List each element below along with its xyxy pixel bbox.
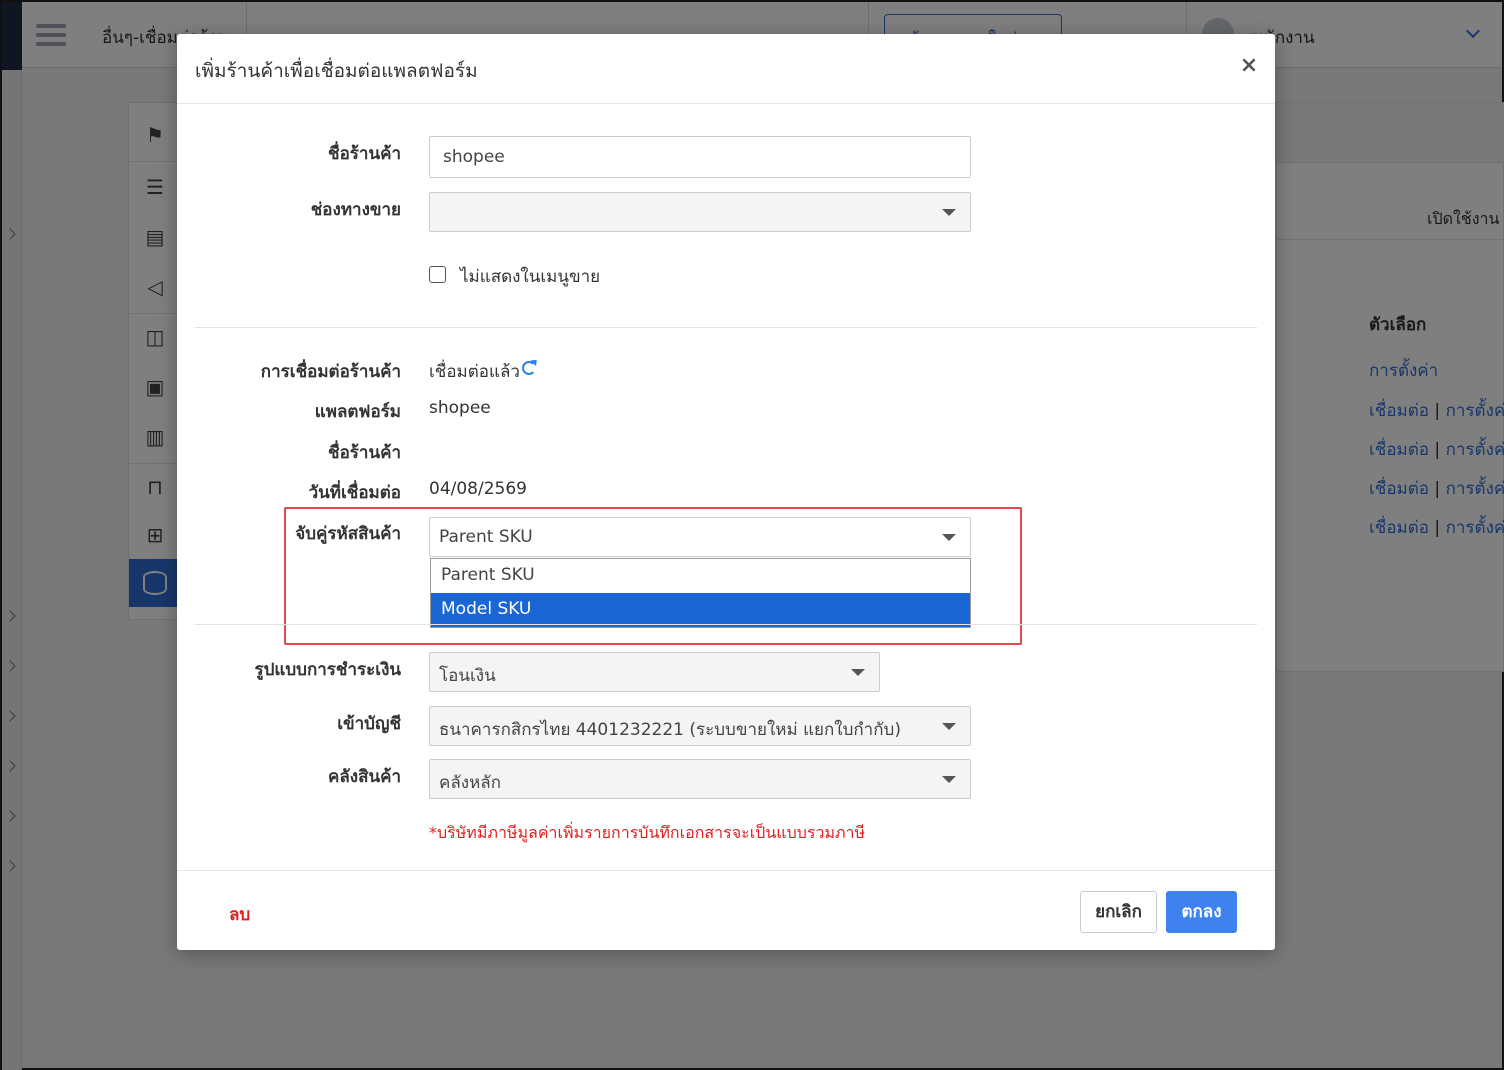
divider [195,624,1257,625]
cancel-button[interactable]: ยกเลิก [1080,891,1157,933]
modal-footer: ลบ ยกเลิก ตกลง [177,870,1275,950]
account-select[interactable]: ธนาคารกสิกรไทย 4401232221 (ระบบขายใหม่ แ… [429,706,971,746]
add-shop-modal: เพิ่มร้านค้าเพื่อเชื่อมต่อแพลตฟอร์ม × ชื… [177,34,1275,950]
account-value: ธนาคารกสิกรไทย 4401232221 (ระบบขายใหม่ แ… [439,720,901,740]
warehouse-label: คลังสินค้า [327,767,401,787]
account-label: เข้าบัญชี [337,714,401,734]
platform-label: แพลตฟอร์ม [314,402,401,422]
shop-name-input[interactable]: shopee [429,136,971,178]
shop-name-label: ชื่อร้านค้า [328,144,401,164]
modal-header: เพิ่มร้านค้าเพื่อเชื่อมต่อแพลตฟอร์ม × [177,34,1275,104]
connect-date-value: 04/08/2569 [429,479,527,499]
hide-in-sale-menu-label[interactable]: ไม่แสดงในเมนูขาย [460,263,600,290]
connection-status: เชื่อมต่อแล้ว [429,362,520,382]
caret-down-icon [942,776,956,783]
delete-link[interactable]: ลบ [229,901,250,928]
shop-name-info-label: ชื่อร้านค้า [328,443,401,463]
caret-down-icon [851,669,865,676]
payment-value: โอนเงิน [439,666,496,686]
ok-button[interactable]: ตกลง [1166,891,1237,933]
vat-note: *บริษัทมีภาษีมูลค่าเพิ่มรายการบันทึกเอกส… [429,823,866,842]
warehouse-select[interactable]: คลังหลัก [429,759,971,799]
hide-in-sale-menu-checkbox[interactable] [429,266,446,283]
channel-label: ช่องทางขาย [310,200,401,220]
connection-label: การเชื่อมต่อร้านค้า [260,362,401,382]
payment-label: รูปแบบการชำระเงิน [254,660,401,680]
modal-title: เพิ่มร้านค้าเพื่อเชื่อมต่อแพลตฟอร์ม [195,60,478,82]
platform-value: shopee [429,398,491,418]
warehouse-value: คลังหลัก [439,773,502,793]
caret-down-icon [942,209,956,216]
channel-select[interactable] [429,192,971,232]
close-icon[interactable]: × [1235,52,1263,80]
payment-select[interactable]: โอนเงิน [429,652,880,692]
caret-down-icon [942,723,956,730]
connect-date-label: วันที่เชื่อมต่อ [308,483,401,503]
divider [195,327,1257,328]
refresh-icon[interactable] [522,361,536,375]
